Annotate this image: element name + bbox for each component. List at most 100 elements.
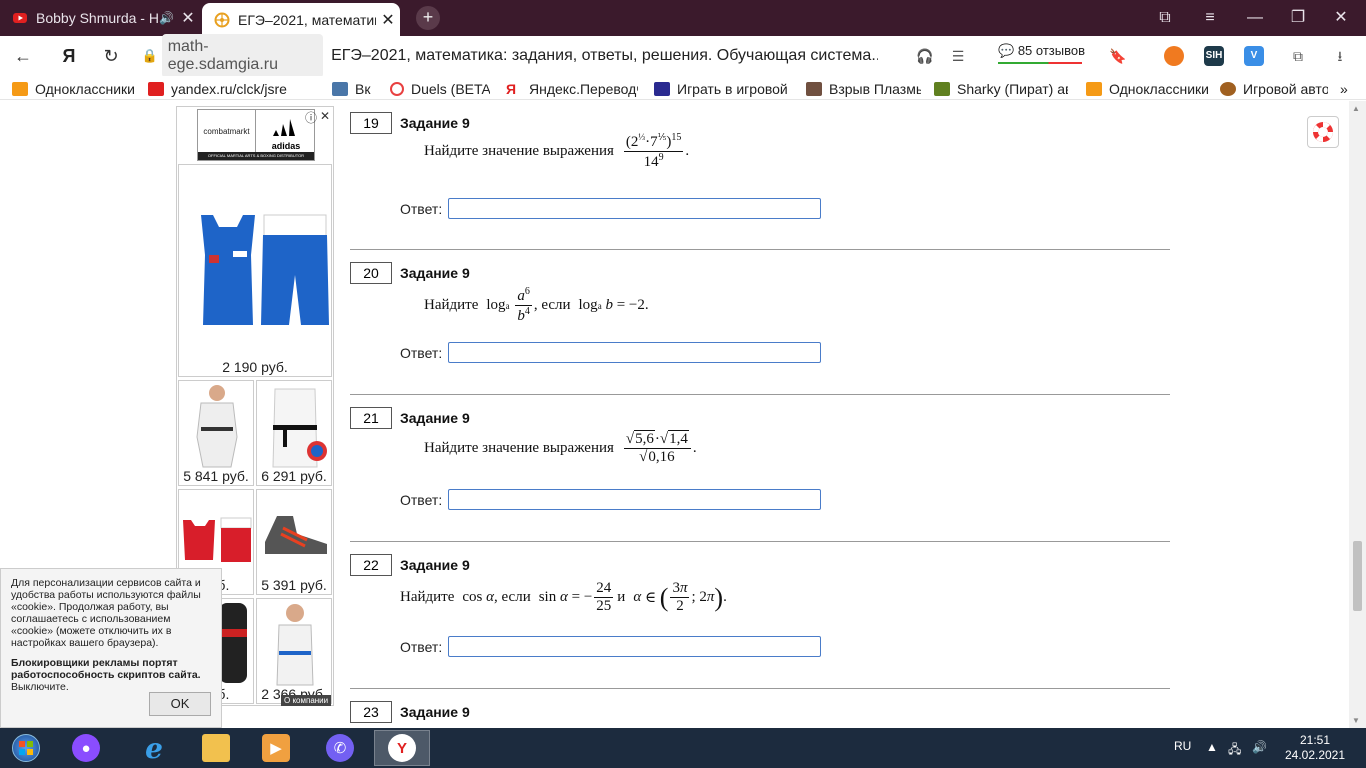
download-icon[interactable]: ⭳ xyxy=(1330,46,1350,66)
ad-footer[interactable]: О компании xyxy=(281,695,332,706)
ad-strip: OFFICIAL MARTIAL ARTS & BOXING DISTRIBUT… xyxy=(198,152,314,160)
v-extension-icon[interactable]: V xyxy=(1244,46,1264,66)
scrollbar[interactable]: ▲ ▼ xyxy=(1349,101,1366,728)
network-icon[interactable]: 🖧 xyxy=(1228,740,1241,761)
viber-icon: ✆ xyxy=(326,734,354,762)
answer-input[interactable] xyxy=(448,489,822,510)
new-tab-button[interactable]: + xyxy=(416,6,440,30)
task-number[interactable]: 21 xyxy=(350,407,392,429)
sdamgia-icon xyxy=(214,12,230,27)
reload-icon[interactable]: ↻ xyxy=(98,44,124,68)
collections-ext-icon[interactable]: ⧉ xyxy=(1288,46,1308,66)
info-icon[interactable]: ⓘ xyxy=(305,109,317,126)
divider xyxy=(350,541,1170,542)
yandex-logo-icon[interactable]: Я xyxy=(56,44,82,68)
bookmark-game[interactable]: Играть в игровой xyxy=(654,80,788,98)
ad-product-kimono-1[interactable]: 5 841 руб. xyxy=(178,380,254,486)
speaker-icon[interactable]: 🔊 xyxy=(159,11,174,25)
help-lifebuoy-button[interactable] xyxy=(1307,116,1339,148)
more-bookmarks-icon[interactable]: » xyxy=(1340,80,1354,98)
taskbar-explorer[interactable] xyxy=(188,730,244,766)
reviews-button[interactable]: 💬 85 отзывов xyxy=(998,43,1085,64)
bookmark-odnoklassniki[interactable]: Одноклассники xyxy=(12,80,142,98)
bookmarks-bar: Одноклассники yandex.ru/clck/jsre Вк Due… xyxy=(0,76,1366,100)
task-number[interactable]: 22 xyxy=(350,554,392,576)
answer-input[interactable] xyxy=(448,342,822,363)
cookie-tail: Выключите. xyxy=(11,681,69,693)
scroll-down-icon[interactable]: ▼ xyxy=(1352,716,1360,725)
taskbar-ie[interactable]: e xyxy=(126,730,182,766)
language-indicator[interactable]: RU xyxy=(1174,739,1191,753)
taskbar-alice[interactable]: ● xyxy=(58,730,114,766)
game-icon xyxy=(654,82,670,96)
answer-input[interactable] xyxy=(448,636,822,657)
ad-product-shoes[interactable]: 5 391 руб. xyxy=(256,489,332,595)
menu-icon[interactable]: ≡ xyxy=(1195,6,1225,30)
page-content: combatmarkt adidas OFFICIAL MARTIAL ARTS… xyxy=(0,101,1366,728)
lifebuoy-icon xyxy=(1313,122,1333,142)
task-question: Найдите log a a6 b4 , если log a b = −2. xyxy=(424,286,649,325)
bookmark-sharky[interactable]: Sharky (Пират) авт xyxy=(934,80,1068,98)
scroll-thumb[interactable] xyxy=(1353,541,1362,611)
task-title: Задание 9 xyxy=(400,410,470,426)
cookie-text: Для персонализации сервисов сайта и удоб… xyxy=(11,577,201,649)
bookmark-yandex-clck[interactable]: yandex.ru/clck/jsre xyxy=(148,80,313,98)
restore-button[interactable]: ❐ xyxy=(1283,6,1313,30)
kimono-kid-image xyxy=(276,604,314,686)
bookmark-yandex-translate[interactable]: ЯЯндекс.Переводчи xyxy=(506,80,638,98)
task-number[interactable]: 20 xyxy=(350,262,392,284)
combatmarkt-logo: combatmarkt xyxy=(198,110,256,154)
bookmark-game-auto[interactable]: Игровой авто xyxy=(1220,80,1328,98)
taskbar-media[interactable]: ▶ xyxy=(248,730,304,766)
volume-icon[interactable]: 🔊 xyxy=(1252,740,1267,754)
minimize-button[interactable]: — xyxy=(1240,6,1270,30)
ad-close-icon[interactable]: ✕ xyxy=(320,109,330,123)
ad-product-boxing-set[interactable]: 2 190 руб. xyxy=(178,164,332,377)
bookmark-plasma[interactable]: Взрыв Плазмы xyxy=(806,80,921,98)
close-window-button[interactable]: ✕ xyxy=(1326,6,1356,30)
bookmark-duels[interactable]: Duels (BETA) xyxy=(390,80,490,98)
bookmark-odnoklassniki-2[interactable]: Одноклассники xyxy=(1086,80,1208,98)
tab-close-icon[interactable]: ✕ xyxy=(176,8,200,28)
answer-row: Ответ: xyxy=(400,198,822,219)
start-button[interactable] xyxy=(0,730,52,766)
task-number[interactable]: 19 xyxy=(350,112,392,134)
duels-icon xyxy=(390,82,404,96)
task-number[interactable]: 23 xyxy=(350,701,392,723)
taskbar-yandex-browser[interactable]: Y xyxy=(374,730,430,766)
bookmark-vk[interactable]: Вк xyxy=(332,80,377,98)
vk-icon xyxy=(332,82,348,96)
answer-row: Ответ: xyxy=(400,636,822,657)
yandex-browser-icon: Y xyxy=(388,734,416,762)
answer-input[interactable] xyxy=(448,198,822,219)
collections-icon[interactable]: ⧉ xyxy=(1150,6,1180,30)
tray-expand-icon[interactable]: ▲ xyxy=(1206,740,1218,754)
url-field[interactable]: 🔒 math-ege.sdamgia.ru ЕГЭ–2021, математи… xyxy=(138,34,878,78)
sharky-icon xyxy=(934,82,950,96)
headphones-icon[interactable]: 🎧 xyxy=(915,46,935,66)
odnoklassniki-icon xyxy=(12,82,28,96)
tab-close-icon[interactable]: ✕ xyxy=(376,10,400,30)
ad-product-kimono-2[interactable]: 6 291 руб. xyxy=(256,380,332,486)
internet-explorer-icon: e xyxy=(145,731,163,765)
tab-youtube[interactable]: Bobby Shmurda - Ho 🔊 ✕ xyxy=(0,2,200,34)
math-condition: sin α = −24 25 xyxy=(538,580,614,615)
math-expression: (2⅓·7⅕)15 149. xyxy=(623,132,690,171)
cookie-ok-button[interactable]: OK xyxy=(149,692,211,716)
clock[interactable]: 21:51 24.02.2021 xyxy=(1276,733,1354,763)
fire-extension-icon[interactable] xyxy=(1164,46,1184,66)
back-icon[interactable]: ← xyxy=(10,44,36,68)
ad-header: combatmarkt adidas OFFICIAL MARTIAL ARTS… xyxy=(197,109,315,161)
address-bar: ← Я ↻ 🔒 math-ege.sdamgia.ru ЕГЭ–2021, ма… xyxy=(0,34,1366,78)
tab-sdamgia[interactable]: ЕГЭ–2021, математика: ✕ xyxy=(202,3,400,36)
reader-mode-icon[interactable]: ☰ xyxy=(948,46,968,66)
task-question: Найдите cos α , если sin α = −24 25 и α ∈… xyxy=(400,580,727,615)
divider xyxy=(350,394,1170,395)
ad-product-kimono-kid[interactable]: 2 366 руб. xyxy=(256,598,332,704)
kimono-image xyxy=(196,385,238,468)
bookmark-icon[interactable]: 🔖 xyxy=(1108,46,1128,66)
scroll-up-icon[interactable]: ▲ xyxy=(1352,104,1360,113)
sih-extension-icon[interactable]: SIH xyxy=(1204,46,1224,66)
plasma-icon xyxy=(806,82,822,96)
taskbar-viber[interactable]: ✆ xyxy=(312,730,368,766)
